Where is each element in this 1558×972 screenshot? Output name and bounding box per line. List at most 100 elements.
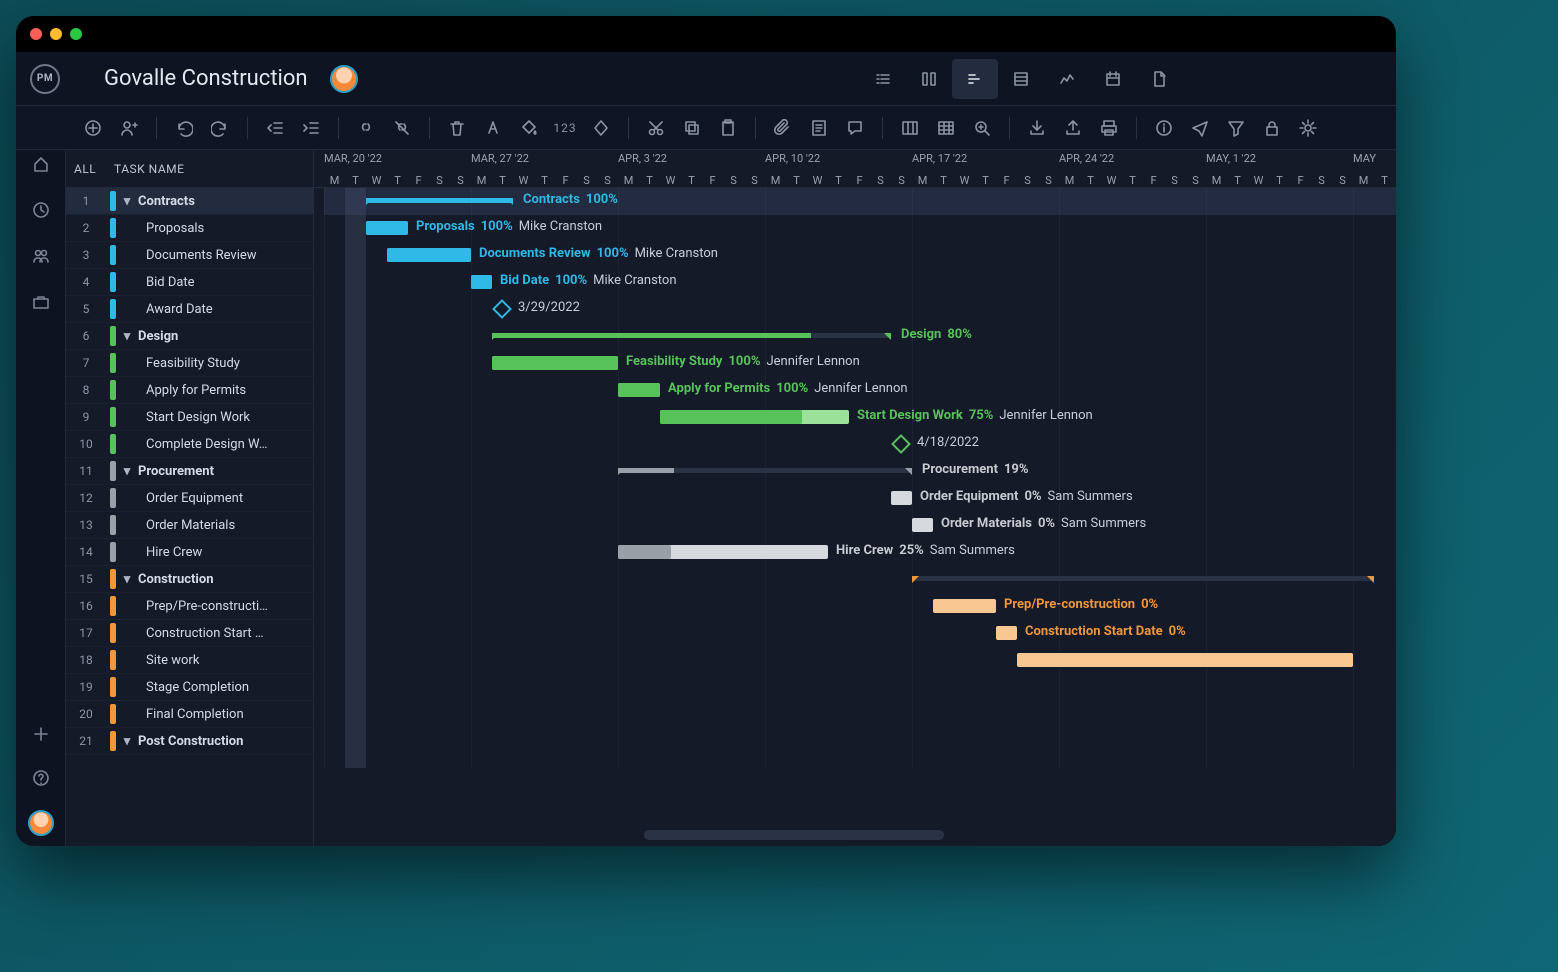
user-avatar[interactable]: [28, 810, 54, 836]
task-bar[interactable]: [618, 383, 660, 397]
gantt-view-icon[interactable]: [952, 59, 998, 99]
file-view-icon[interactable]: [1136, 59, 1182, 99]
cut-button[interactable]: [641, 113, 671, 143]
task-bar[interactable]: [996, 626, 1017, 640]
column-all[interactable]: ALL: [66, 162, 106, 176]
close-window-icon[interactable]: [30, 28, 42, 40]
clock-icon[interactable]: [29, 198, 53, 222]
comment-button[interactable]: [840, 113, 870, 143]
info-button[interactable]: [1149, 113, 1179, 143]
task-row[interactable]: 17Construction Start …: [66, 620, 313, 647]
home-icon[interactable]: [29, 152, 53, 176]
collapse-icon[interactable]: ▾: [122, 466, 132, 476]
collapse-icon[interactable]: ▾: [122, 736, 132, 746]
task-row[interactable]: 13Order Materials: [66, 512, 313, 539]
outdent-button[interactable]: [260, 113, 290, 143]
team-icon[interactable]: [29, 244, 53, 268]
sheet-view-icon[interactable]: [998, 59, 1044, 99]
help-icon[interactable]: [29, 766, 53, 790]
delete-button[interactable]: [442, 113, 472, 143]
task-row[interactable]: 7Feasibility Study: [66, 350, 313, 377]
font-color-button[interactable]: [478, 113, 508, 143]
task-bar[interactable]: [912, 518, 933, 532]
attachment-button[interactable]: [768, 113, 798, 143]
portfolio-icon[interactable]: [29, 290, 53, 314]
zoom-button[interactable]: [967, 113, 997, 143]
task-row[interactable]: 15▾Construction: [66, 566, 313, 593]
number-format-button[interactable]: 123: [550, 113, 580, 143]
collapse-icon[interactable]: ▾: [122, 574, 132, 584]
gantt-chart[interactable]: MAR, 20 '22MAR, 27 '22APR, 3 '22APR, 10 …: [314, 150, 1396, 846]
maximize-window-icon[interactable]: [70, 28, 82, 40]
main-area: ALL TASK NAME 1▾Contracts2Proposals3Docu…: [16, 150, 1396, 846]
task-row[interactable]: 9Start Design Work: [66, 404, 313, 431]
add-button[interactable]: [78, 113, 108, 143]
filter-button[interactable]: [1221, 113, 1251, 143]
task-row[interactable]: 14Hire Crew: [66, 539, 313, 566]
send-button[interactable]: [1185, 113, 1215, 143]
collapse-icon[interactable]: ▾: [122, 196, 132, 206]
task-bar[interactable]: [618, 545, 828, 559]
task-row[interactable]: 6▾Design: [66, 323, 313, 350]
task-row[interactable]: 10Complete Design W…: [66, 431, 313, 458]
collapse-icon[interactable]: ▾: [122, 331, 132, 341]
settings-button[interactable]: [1293, 113, 1323, 143]
calendar-view-icon[interactable]: [1090, 59, 1136, 99]
task-bar[interactable]: [366, 221, 408, 235]
task-row[interactable]: 16Prep/Pre-constructi…: [66, 593, 313, 620]
task-bar[interactable]: [660, 410, 849, 424]
add-project-icon[interactable]: [29, 722, 53, 746]
copy-button[interactable]: [677, 113, 707, 143]
export-button[interactable]: [1058, 113, 1088, 143]
workload-view-icon[interactable]: [1044, 59, 1090, 99]
app-logo[interactable]: PM: [30, 64, 60, 94]
task-row[interactable]: 3Documents Review: [66, 242, 313, 269]
unlink-button[interactable]: [387, 113, 417, 143]
list-view-icon[interactable]: [860, 59, 906, 99]
task-row[interactable]: 11▾Procurement: [66, 458, 313, 485]
task-bar[interactable]: [471, 275, 492, 289]
import-button[interactable]: [1022, 113, 1052, 143]
task-row[interactable]: 18Site work: [66, 647, 313, 674]
task-bar[interactable]: [933, 599, 996, 613]
summary-bar[interactable]: [492, 333, 891, 338]
link-button[interactable]: [351, 113, 381, 143]
notes-button[interactable]: [804, 113, 834, 143]
minimize-window-icon[interactable]: [50, 28, 62, 40]
column-task-name[interactable]: TASK NAME: [106, 162, 313, 176]
print-button[interactable]: [1094, 113, 1124, 143]
task-row[interactable]: 1▾Contracts: [66, 188, 313, 215]
row-number: 18: [66, 653, 106, 667]
task-bar[interactable]: [1017, 653, 1353, 667]
summary-bar[interactable]: [618, 468, 912, 473]
task-bar[interactable]: [492, 356, 618, 370]
task-row[interactable]: 5Award Date: [66, 296, 313, 323]
fill-color-button[interactable]: [514, 113, 544, 143]
task-row[interactable]: 2Proposals: [66, 215, 313, 242]
columns-button[interactable]: [895, 113, 925, 143]
horizontal-scrollbar[interactable]: [644, 830, 944, 840]
summary-bar[interactable]: [366, 198, 513, 203]
task-row[interactable]: 4Bid Date: [66, 269, 313, 296]
day-label: M: [912, 174, 933, 187]
task-row[interactable]: 21▾Post Construction: [66, 728, 313, 755]
board-view-icon[interactable]: [906, 59, 952, 99]
indent-button[interactable]: [296, 113, 326, 143]
row-number: 17: [66, 626, 106, 640]
grid-button[interactable]: [931, 113, 961, 143]
add-user-button[interactable]: [114, 113, 144, 143]
paste-button[interactable]: [713, 113, 743, 143]
lock-button[interactable]: [1257, 113, 1287, 143]
task-row[interactable]: 8Apply for Permits: [66, 377, 313, 404]
owner-avatar[interactable]: [330, 65, 358, 93]
redo-button[interactable]: [205, 113, 235, 143]
task-bar[interactable]: [387, 248, 471, 262]
task-row[interactable]: 20Final Completion: [66, 701, 313, 728]
gantt-body[interactable]: Contracts100%Proposals 100% Mike Cransto…: [314, 188, 1396, 768]
undo-button[interactable]: [169, 113, 199, 143]
task-bar[interactable]: [891, 491, 912, 505]
milestone-button[interactable]: [586, 113, 616, 143]
summary-bar[interactable]: [912, 576, 1374, 581]
task-row[interactable]: 19Stage Completion: [66, 674, 313, 701]
task-row[interactable]: 12Order Equipment: [66, 485, 313, 512]
